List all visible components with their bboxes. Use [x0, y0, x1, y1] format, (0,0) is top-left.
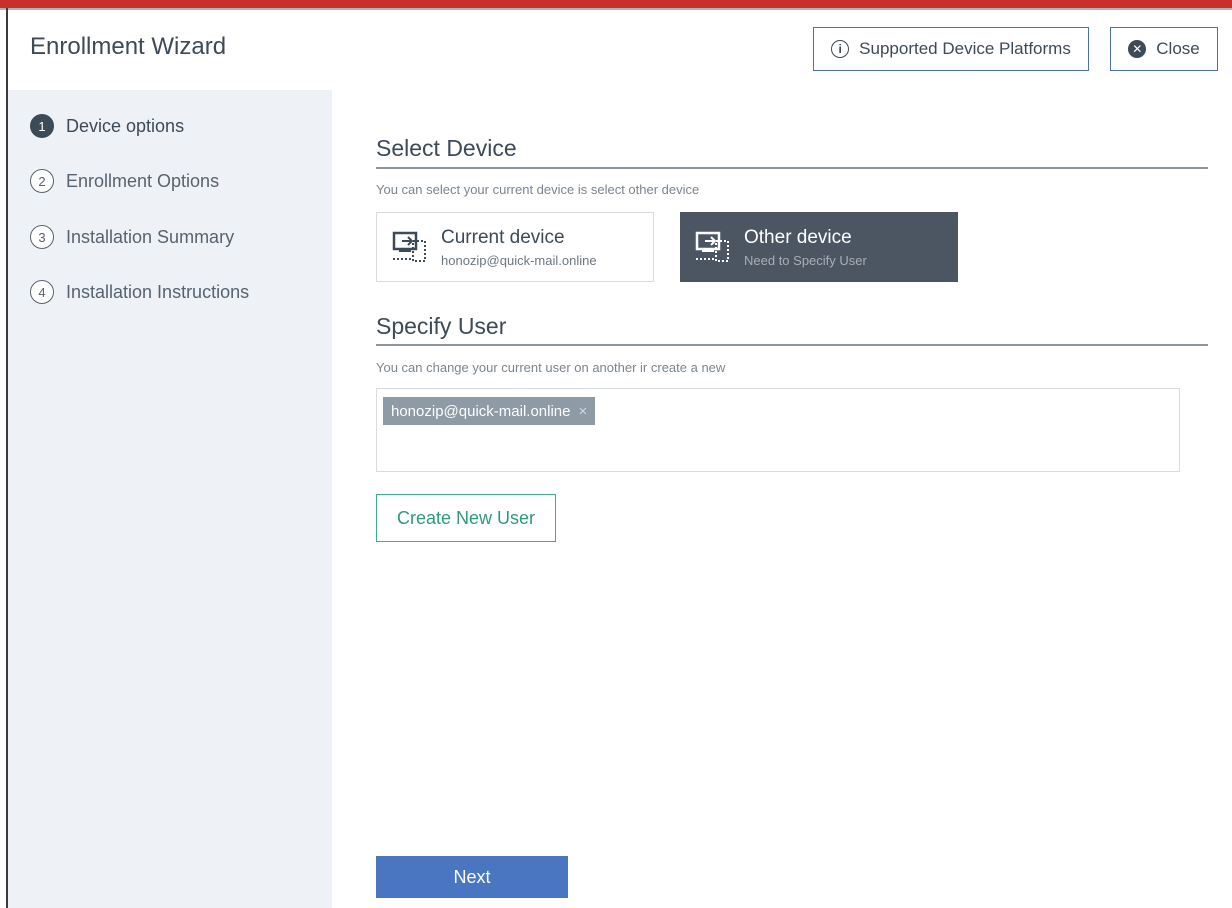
step-enrollment-options[interactable]: 2 Enrollment Options — [30, 169, 219, 193]
step-number: 1 — [30, 114, 54, 138]
specify-user-divider — [376, 344, 1208, 346]
next-button[interactable]: Next — [376, 856, 568, 898]
step-label: Installation Summary — [66, 226, 235, 247]
step-installation-instructions[interactable]: 4 Installation Instructions — [30, 280, 249, 304]
info-icon: i — [831, 40, 850, 58]
step-installation-summary[interactable]: 3 Installation Summary — [30, 225, 234, 249]
other-device-name: Other device — [744, 226, 852, 248]
device-enroll-icon — [392, 231, 426, 262]
step-number: 4 — [30, 280, 54, 304]
close-icon: ✕ — [1128, 40, 1147, 58]
create-new-user-button[interactable]: Create New User — [376, 494, 556, 542]
specify-user-description: You can change your current user on anot… — [376, 360, 726, 375]
top-accent-strip — [0, 0, 1232, 8]
select-device-description: You can select your current device is se… — [376, 182, 700, 197]
step-device-options[interactable]: 1 Device options — [30, 114, 184, 138]
step-label: Installation Instructions — [66, 281, 250, 302]
wizard-steps-sidebar: 1 Device options 2 Enrollment Options 3 … — [8, 90, 332, 908]
step-number: 3 — [30, 225, 54, 249]
select-device-title: Select Device — [376, 135, 517, 161]
supported-device-platforms-button[interactable]: i Supported Device Platforms — [813, 27, 1089, 71]
wizard-content: Select Device You can select your curren… — [332, 90, 1232, 908]
step-label: Device options — [66, 115, 185, 136]
specify-user-title: Specify User — [376, 313, 507, 339]
other-device-option[interactable]: Other device Need to Specify User — [680, 212, 958, 282]
step-label: Enrollment Options — [66, 170, 220, 191]
current-device-name: Current device — [441, 226, 565, 248]
close-label: Close — [1156, 39, 1200, 58]
remove-user-icon[interactable]: × — [579, 403, 588, 420]
current-device-option[interactable]: Current device honozip@quick-mail.online — [376, 212, 654, 282]
step-number: 2 — [30, 169, 54, 193]
wizard-title: Enrollment Wizard — [30, 33, 227, 60]
wizard-header: Enrollment Wizard i Supported Device Pla… — [8, 10, 1232, 90]
device-enroll-icon — [695, 231, 729, 262]
close-button[interactable]: ✕ Close — [1110, 27, 1218, 71]
other-device-hint: Need to Specify User — [744, 252, 867, 268]
user-select-input[interactable]: honozip@quick-mail.online × — [376, 388, 1180, 472]
selected-user-email: honozip@quick-mail.online — [391, 402, 571, 420]
supported-device-platforms-label: Supported Device Platforms — [859, 39, 1071, 58]
current-device-user: honozip@quick-mail.online — [441, 252, 597, 268]
select-device-divider — [376, 167, 1208, 169]
selected-user-tag: honozip@quick-mail.online × — [383, 397, 596, 425]
